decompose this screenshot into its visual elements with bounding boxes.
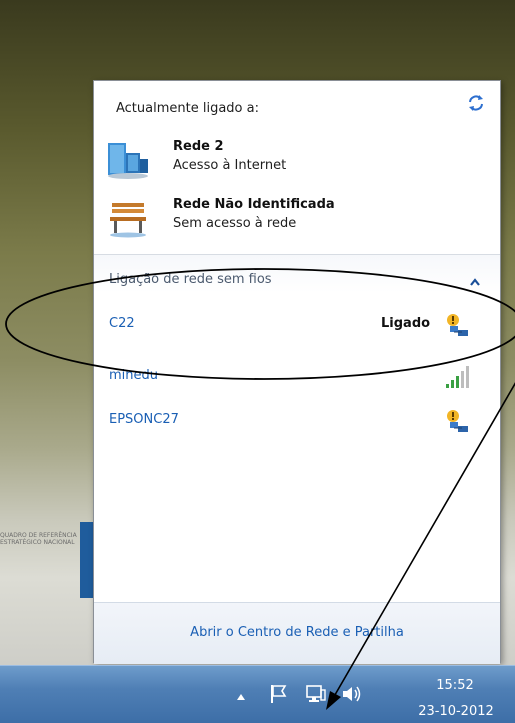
refresh-icon[interactable]	[466, 93, 486, 113]
connection-item[interactable]: Rede 2 Acesso à Internet	[106, 137, 486, 181]
connection-name: Rede 2	[173, 139, 224, 154]
flyout-footer: Abrir o Centro de Rede e Partilha	[94, 602, 500, 664]
network-flyout: Actualmente ligado a: Rede 2 Acesso à In…	[93, 80, 501, 664]
wifi-network-item[interactable]: EPSONC27	[94, 406, 500, 436]
network-tray-icon[interactable]	[304, 682, 328, 706]
clock-date[interactable]: 23-10-2012	[418, 704, 494, 719]
action-center-flag-icon[interactable]	[266, 682, 290, 706]
connection-status: Sem acesso à rede	[173, 216, 297, 231]
wifi-network-item[interactable]: minedu	[94, 362, 500, 392]
wifi-network-status: Ligado	[381, 316, 431, 331]
wifi-network-item[interactable]: C22 Ligado	[94, 310, 500, 340]
signal-bars-icon	[446, 366, 469, 388]
wifi-network-name: minedu	[109, 368, 159, 383]
network-building-icon	[108, 143, 148, 179]
chevron-up-icon[interactable]	[469, 277, 481, 287]
connection-status: Acesso à Internet	[173, 158, 287, 173]
park-bench-icon	[110, 203, 146, 238]
wireless-shield-icon	[447, 410, 468, 432]
connection-name: Rede Não Identificada	[173, 197, 335, 212]
current-connections-section: Actualmente ligado a: Rede 2 Acesso à In…	[94, 81, 500, 253]
volume-icon[interactable]	[340, 682, 364, 706]
connection-item[interactable]: Rede Não Identificada Sem acesso à rede	[106, 195, 486, 239]
show-hidden-icons-arrow-icon[interactable]	[236, 693, 246, 701]
current-connections-label: Actualmente ligado a:	[116, 101, 259, 116]
wifi-network-name: EPSONC27	[109, 412, 179, 427]
wifi-network-name: C22	[109, 316, 135, 331]
wireless-section-label: Ligação de rede sem fios	[109, 272, 272, 287]
wallpaper-logo-text: QUADRO DE REFERÊNCIA ESTRATÉGICO NACIONA…	[0, 532, 77, 546]
wallpaper-logo-bar	[80, 522, 94, 598]
clock-time[interactable]: 15:52	[420, 678, 490, 693]
taskbar: 15:52 23-10-2012	[0, 665, 515, 723]
wireless-section-header[interactable]: Ligação de rede sem fios	[94, 255, 500, 293]
wireless-shield-icon	[447, 314, 468, 336]
open-network-center-link[interactable]: Abrir o Centro de Rede e Partilha	[94, 625, 500, 640]
